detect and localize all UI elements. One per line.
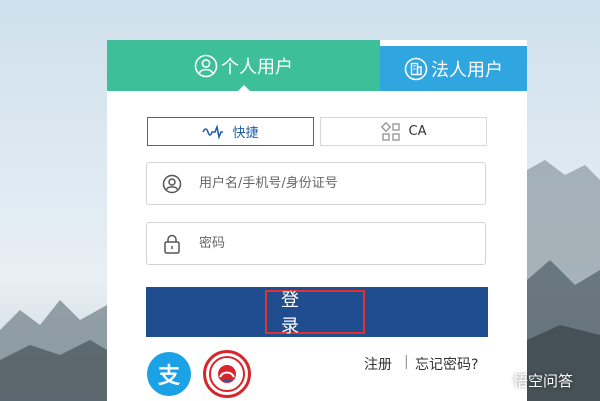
link-separator: | bbox=[404, 354, 409, 370]
ca-login-label: CA bbox=[408, 124, 427, 139]
ca-login-button[interactable]: CA bbox=[320, 117, 487, 146]
login-button[interactable]: 登 录 bbox=[265, 290, 365, 337]
watermark-logo-icon bbox=[493, 371, 511, 390]
social-security-emblem-icon bbox=[209, 356, 245, 392]
register-link[interactable]: 注册 bbox=[364, 354, 392, 374]
user-circle-icon bbox=[194, 54, 218, 78]
quick-login-button[interactable]: 快捷 bbox=[147, 117, 314, 146]
alipay-login-icon[interactable]: 支 bbox=[147, 352, 191, 396]
tab-personal-user[interactable]: 个人用户 bbox=[107, 40, 380, 92]
ca-certificate-icon bbox=[380, 121, 401, 142]
watermark: 悟空问答 bbox=[493, 370, 573, 391]
username-field bbox=[146, 162, 486, 205]
building-icon bbox=[404, 57, 428, 81]
password-input[interactable] bbox=[197, 235, 471, 252]
watermark-text: 悟空问答 bbox=[513, 372, 574, 390]
pulse-icon bbox=[202, 123, 224, 140]
tab-personal-label: 个人用户 bbox=[221, 56, 293, 78]
tab-legal-user[interactable]: 法人用户 bbox=[380, 46, 527, 91]
quick-login-label: 快捷 bbox=[232, 126, 259, 141]
social-security-card-icon[interactable] bbox=[203, 350, 251, 398]
alipay-glyph: 支 bbox=[157, 364, 180, 389]
username-input[interactable] bbox=[197, 175, 471, 192]
lock-icon bbox=[147, 234, 197, 254]
login-panel bbox=[107, 40, 527, 401]
forgot-password-link[interactable]: 忘记密码? bbox=[415, 354, 478, 374]
tab-legal-label: 法人用户 bbox=[431, 59, 503, 81]
user-icon bbox=[147, 174, 197, 194]
password-field bbox=[146, 222, 486, 265]
